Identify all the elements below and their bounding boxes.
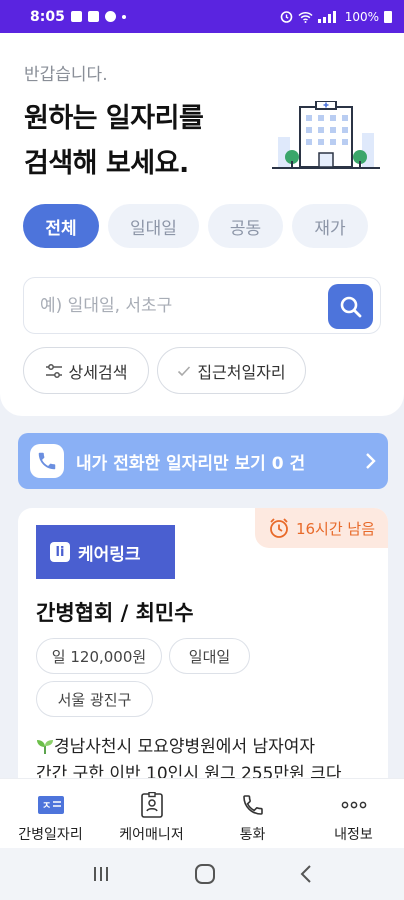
more-dots-icon xyxy=(341,801,366,809)
nav-calls[interactable]: 통화 xyxy=(202,779,303,848)
nav-job-board[interactable]: ㅈ 간병일자리 xyxy=(0,779,101,848)
time-left-badge: 16시간 남음 xyxy=(255,508,388,548)
phone-icon xyxy=(242,795,263,815)
called-jobs-banner[interactable]: 내가 전화한 일자리만 보기 0 건 xyxy=(18,433,388,489)
nearby-jobs-label: 집근처일자리 xyxy=(197,362,286,382)
search-icon xyxy=(340,296,361,317)
nav-my-info[interactable]: 내정보 xyxy=(303,779,404,848)
description-line-1: 경남사천시 모요양병원에서 남자여자 xyxy=(36,734,376,761)
check-icon xyxy=(178,365,191,376)
company-logo: li 케어링크 xyxy=(36,525,175,579)
battery-icon xyxy=(384,10,392,23)
nav-care-manager-label: 케어매니저 xyxy=(119,827,184,843)
care-type-chip: 일대일 xyxy=(169,638,250,674)
status-time: 8:05 xyxy=(30,8,65,25)
tab-shared[interactable]: 공동 xyxy=(208,204,283,248)
search-button[interactable] xyxy=(328,284,373,329)
location-chip: 서울 광진구 xyxy=(36,681,153,717)
signal-icon xyxy=(317,10,336,23)
headline-line-1: 원하는 일자리를 xyxy=(24,103,204,134)
phone-icon xyxy=(38,452,56,470)
battery-percent: 100% xyxy=(344,9,379,24)
job-title: 간병협회 / 최민수 xyxy=(36,601,194,625)
nav-job-board-label: 간병일자리 xyxy=(18,827,83,843)
greeting-text: 반갑습니다. xyxy=(24,65,108,85)
sprout-icon xyxy=(37,740,53,754)
svg-text:ㅈ: ㅈ xyxy=(42,801,51,812)
job-board-icon: ㅈ xyxy=(37,796,64,814)
gallery-notification-icon xyxy=(70,11,82,22)
company-logo-text: 케어링크 xyxy=(78,544,141,565)
back-icon[interactable] xyxy=(299,864,313,884)
daily-pay-chip: 일 120,000원 xyxy=(36,638,162,674)
status-bar: 8:05 100% xyxy=(0,0,404,33)
search-input[interactable] xyxy=(40,278,320,333)
id-card-icon xyxy=(140,792,163,818)
nav-my-info-label: 내정보 xyxy=(334,827,373,843)
nav-care-manager[interactable]: 케어매니저 xyxy=(101,779,202,848)
hospital-building-illustration xyxy=(272,101,380,169)
recent-apps-icon[interactable] xyxy=(91,865,111,883)
logo-mark-icon: li xyxy=(50,542,70,562)
alarm-icon xyxy=(280,11,292,23)
time-left-text: 16시간 남음 xyxy=(295,519,376,538)
home-icon[interactable] xyxy=(194,863,216,885)
more-notifications-icon xyxy=(121,14,126,19)
search-box xyxy=(23,277,381,334)
clock-icon xyxy=(270,518,288,538)
search-header-card: 반갑습니다. 원하는 일자리를 검색해 보세요. 전체 일대일 공동 재가 예)… xyxy=(0,33,404,416)
headline-line-2: 검색해 보세요. xyxy=(24,148,189,179)
tab-home-care[interactable]: 재가 xyxy=(292,204,368,248)
bottom-navigation: ㅈ 간병일자리 케어매니저 통화 내정보 xyxy=(0,778,404,848)
chevron-right-icon xyxy=(366,453,376,469)
sliders-icon xyxy=(45,363,62,378)
nav-calls-label: 통화 xyxy=(239,827,266,843)
page-title: 원하는 일자리를 검색해 보세요. xyxy=(24,96,204,186)
wifi-icon xyxy=(298,11,313,23)
called-jobs-text: 내가 전화한 일자리만 보기 0 건 xyxy=(76,453,306,474)
music-notification-icon xyxy=(104,11,116,22)
nearby-jobs-toggle[interactable]: 집근처일자리 xyxy=(157,347,306,394)
system-navigation-bar xyxy=(0,848,404,900)
detail-search-label: 상세검색 xyxy=(68,362,128,382)
category-tabs: 전체 일대일 공동 재가 xyxy=(23,204,368,248)
phone-badge xyxy=(30,444,64,478)
detail-search-button[interactable]: 상세검색 xyxy=(23,347,149,394)
tab-one-on-one[interactable]: 일대일 xyxy=(108,204,199,248)
message-notification-icon xyxy=(87,11,99,22)
tab-all[interactable]: 전체 xyxy=(23,204,99,248)
